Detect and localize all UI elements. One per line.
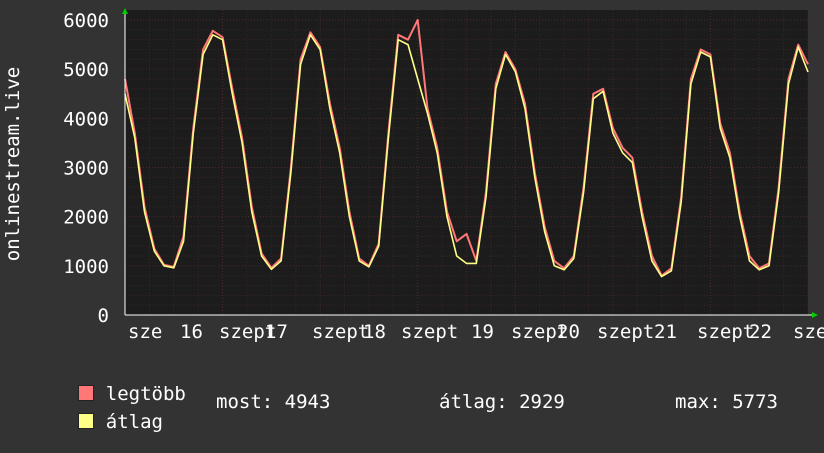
y-tick-label: 5000 — [63, 59, 109, 81]
line-chart: 0 1000 2000 3000 4000 5000 6000 sze 16 szept 17 sz… — [2, 8, 824, 343]
x-tick-label: szept — [401, 321, 458, 343]
y-tick-label: 3000 — [63, 158, 109, 180]
x-tick-label: 20 — [557, 321, 580, 343]
y-tick-label: 1000 — [63, 256, 109, 278]
y-tick-label: 0 — [98, 305, 109, 327]
y-tick-label: 6000 — [63, 10, 109, 32]
x-tick-label: szept — [312, 321, 369, 343]
chart-panel: 0 1000 2000 3000 4000 5000 6000 sze 16 szept 17 sz… — [0, 0, 824, 432]
x-tick-label: 22 — [749, 321, 772, 343]
legend-item-avg: átlag — [32, 392, 163, 452]
stat-now: most: 4943 — [216, 391, 331, 413]
x-tick-label: 21 — [654, 321, 677, 343]
x-tick-label: 18 — [363, 321, 386, 343]
x-tick-label: szept — [597, 321, 654, 343]
x-tick-label: 16 — [180, 321, 203, 343]
x-axis-arrow — [812, 312, 818, 318]
x-tick-label: szept — [697, 321, 754, 343]
y-axis-ticks: 0 1000 2000 3000 4000 5000 6000 — [63, 10, 109, 327]
stat-average: átlag: 2929 — [439, 391, 565, 413]
y-tick-label: 2000 — [63, 207, 109, 229]
y-tick-label: 4000 — [63, 108, 109, 130]
x-tick-label: 19 — [471, 321, 494, 343]
x-axis-ticks: sze 16 szept17 szept18 szept 19 szept20 szept 21… — [128, 321, 824, 343]
stat-max: max: 5773 — [675, 391, 778, 413]
x-tick-label: sze — [793, 321, 824, 343]
y-axis-label: onlinestream.live — [2, 67, 24, 261]
x-tick-label: sze — [128, 321, 162, 343]
avg-swatch — [77, 413, 94, 429]
x-tick-label: 17 — [265, 321, 288, 343]
